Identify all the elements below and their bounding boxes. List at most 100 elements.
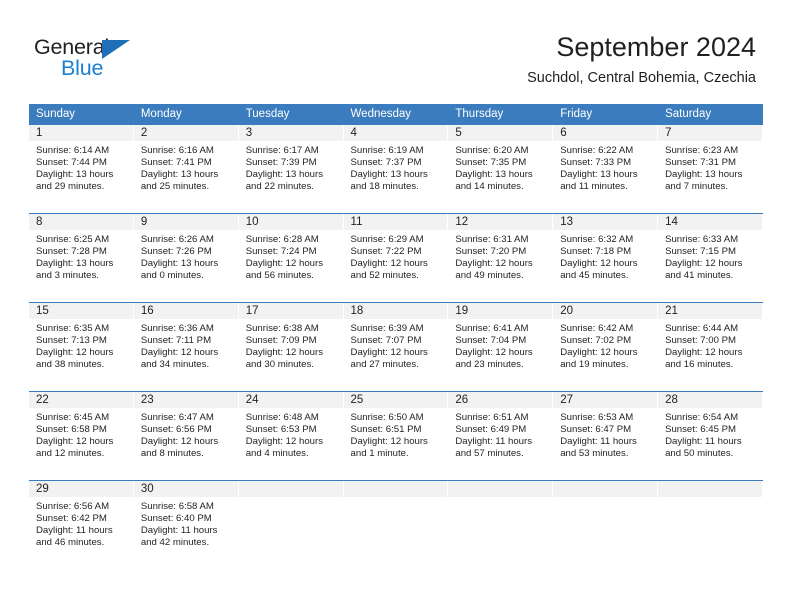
calendar-day-cell[interactable]: 5 Sunrise: 6:20 AM Sunset: 7:35 PM Daylight… xyxy=(448,125,554,214)
daylight-text-line2: and 27 minutes. xyxy=(350,358,419,370)
logo-text-general: General xyxy=(34,35,110,59)
sunrise-text: Sunrise: 6:54 AM xyxy=(665,412,739,423)
daylight-text-line2: and 50 minutes. xyxy=(665,447,734,459)
daylight-text-line2: and 7 minutes. xyxy=(665,180,728,192)
daylight-text-line2: and 25 minutes. xyxy=(140,180,210,192)
day-cell-content: 21 Sunrise: 6:44 AM Sunset: 7:00 PM Dayligh… xyxy=(658,303,763,391)
calendar-day-cell[interactable]: 26 Sunrise: 6:51 AM Sunset: 6:49 PM Dayligh… xyxy=(448,391,554,481)
calendar-day-cell[interactable]: 23 Sunrise: 6:47 AM Sunset: 6:56 PM Dayligh… xyxy=(133,391,239,481)
sunrise-text: Sunrise: 6:20 AM xyxy=(455,145,529,156)
calendar-day-cell[interactable]: 22 Sunrise: 6:45 AM Sunset: 6:58 PM Dayligh… xyxy=(29,391,134,481)
calendar-day-cell[interactable] xyxy=(343,480,449,569)
day-number: 21 xyxy=(658,303,763,319)
day-number: 23 xyxy=(133,392,239,408)
weekday-header-thursday: Thursday xyxy=(448,104,554,125)
day-events: Sunrise: 6:23 AM Sunset: 7:31 PM Daylight:… xyxy=(658,141,763,193)
calendar-day-cell[interactable]: 14 Sunrise: 6:33 AM Sunset: 7:15 PM Dayligh… xyxy=(658,213,763,303)
calendar-week-row: 1 Sunrise: 6:14 AM Sunset: 7:44 PM Daylight… xyxy=(29,125,763,214)
calendar-day-cell[interactable]: 24 Sunrise: 6:48 AM Sunset: 6:53 PM Dayligh… xyxy=(238,391,344,481)
calendar-day-cell[interactable]: 30 Sunrise: 6:58 AM Sunset: 6:40 PM Dayligh… xyxy=(133,480,239,569)
sunrise-text: Sunrise: 6:58 AM xyxy=(140,501,214,512)
calendar-day-cell[interactable]: 6 Sunrise: 6:22 AM Sunset: 7:33 PM Daylight… xyxy=(553,125,659,214)
calendar-day-cell[interactable] xyxy=(553,480,659,569)
day-cell-content: 23 Sunrise: 6:47 AM Sunset: 6:56 PM Dayligh… xyxy=(133,392,239,480)
day-cell-content: 30 Sunrise: 6:58 AM Sunset: 6:40 PM Dayligh… xyxy=(133,481,239,569)
calendar-day-cell[interactable]: 18 Sunrise: 6:39 AM Sunset: 7:07 PM Dayligh… xyxy=(343,302,449,392)
calendar-day-cell[interactable]: 13 Sunrise: 6:32 AM Sunset: 7:18 PM Dayligh… xyxy=(553,213,659,303)
calendar-day-cell[interactable]: 9 Sunrise: 6:26 AM Sunset: 7:26 PM Daylight… xyxy=(133,213,239,303)
calendar-day-cell[interactable]: 29 Sunrise: 6:56 AM Sunset: 6:42 PM Dayligh… xyxy=(29,480,134,569)
day-cell-content: 17 Sunrise: 6:38 AM Sunset: 7:09 PM Dayligh… xyxy=(238,303,344,391)
daylight-text-line2: and 1 minute. xyxy=(350,447,409,459)
day-events: Sunrise: 6:31 AM Sunset: 7:20 PM Daylight:… xyxy=(448,230,553,282)
calendar-day-cell[interactable]: 3 Sunrise: 6:17 AM Sunset: 7:39 PM Daylight… xyxy=(238,125,344,214)
calendar-day-cell[interactable]: 2 Sunrise: 6:16 AM Sunset: 7:41 PM Daylight… xyxy=(133,125,239,214)
calendar-day-cell[interactable]: 15 Sunrise: 6:35 AM Sunset: 7:13 PM Dayligh… xyxy=(29,302,134,392)
calendar-day-cell[interactable]: 8 Sunrise: 6:25 AM Sunset: 7:28 PM Daylight… xyxy=(29,213,134,303)
daylight-text-line2: and 41 minutes. xyxy=(665,269,734,281)
calendar-week-row: 29 Sunrise: 6:56 AM Sunset: 6:42 PM Dayligh… xyxy=(29,480,763,569)
calendar-day-cell[interactable]: 16 Sunrise: 6:36 AM Sunset: 7:11 PM Dayligh… xyxy=(133,302,239,392)
calendar-day-cell[interactable]: 7 Sunrise: 6:23 AM Sunset: 7:31 PM Daylight… xyxy=(658,125,763,214)
calendar-day-cell[interactable]: 10 Sunrise: 6:28 AM Sunset: 7:24 PM Dayligh… xyxy=(238,213,344,303)
sunset-text: Sunset: 6:56 PM xyxy=(140,423,212,435)
logo-text-blue: Blue xyxy=(61,56,104,80)
calendar-day-cell[interactable]: 11 Sunrise: 6:29 AM Sunset: 7:22 PM Dayligh… xyxy=(343,213,449,303)
weekday-header-saturday: Saturday xyxy=(658,104,763,125)
calendar-day-cell[interactable]: 12 Sunrise: 6:31 AM Sunset: 7:20 PM Dayligh… xyxy=(448,213,554,303)
sunset-text: Sunset: 7:37 PM xyxy=(350,156,422,168)
daylight-text-line1: Daylight: 12 hours xyxy=(455,346,533,358)
day-events: Sunrise: 6:39 AM Sunset: 7:07 PM Daylight:… xyxy=(344,319,449,371)
calendar-day-cell[interactable]: 25 Sunrise: 6:50 AM Sunset: 6:51 PM Dayligh… xyxy=(343,391,449,481)
day-cell-content: 22 Sunrise: 6:45 AM Sunset: 6:58 PM Dayligh… xyxy=(29,392,134,480)
daylight-text-line2: and 29 minutes. xyxy=(36,180,105,192)
day-number: 6 xyxy=(553,125,659,141)
sunset-text: Sunset: 7:41 PM xyxy=(140,156,212,168)
calendar-day-cell[interactable]: 28 Sunrise: 6:54 AM Sunset: 6:45 PM Dayligh… xyxy=(658,391,763,481)
day-events xyxy=(553,497,658,501)
calendar-day-cell[interactable]: 1 Sunrise: 6:14 AM Sunset: 7:44 PM Daylight… xyxy=(29,125,134,214)
sunset-text: Sunset: 7:31 PM xyxy=(665,156,736,168)
sunrise-text: Sunrise: 6:38 AM xyxy=(245,323,319,334)
sunset-text: Sunset: 7:02 PM xyxy=(560,334,632,346)
calendar-day-cell[interactable]: 27 Sunrise: 6:53 AM Sunset: 6:47 PM Dayligh… xyxy=(553,391,659,481)
day-events xyxy=(239,497,344,501)
daylight-text-line2: and 0 minutes. xyxy=(140,269,204,281)
daylight-text-line1: Daylight: 12 hours xyxy=(560,257,638,269)
daylight-text-line1: Daylight: 13 hours xyxy=(140,168,219,180)
generalblue-logo[interactable]: General Blue xyxy=(34,36,214,84)
calendar-day-cell[interactable]: 17 Sunrise: 6:38 AM Sunset: 7:09 PM Dayligh… xyxy=(238,302,344,392)
day-number: 2 xyxy=(133,125,239,141)
sunrise-text: Sunrise: 6:26 AM xyxy=(140,234,214,245)
calendar-day-cell[interactable] xyxy=(238,480,344,569)
sunset-text: Sunset: 6:58 PM xyxy=(36,423,107,435)
calendar-day-cell[interactable] xyxy=(448,480,554,569)
calendar-day-cell[interactable]: 4 Sunrise: 6:19 AM Sunset: 7:37 PM Daylight… xyxy=(343,125,449,214)
sunrise-text: Sunrise: 6:39 AM xyxy=(350,323,424,334)
sunset-text: Sunset: 7:18 PM xyxy=(560,245,632,257)
calendar-day-cell[interactable]: 21 Sunrise: 6:44 AM Sunset: 7:00 PM Dayligh… xyxy=(658,302,763,392)
day-cell-content: 15 Sunrise: 6:35 AM Sunset: 7:13 PM Dayligh… xyxy=(29,303,134,391)
day-cell-content: 26 Sunrise: 6:51 AM Sunset: 6:49 PM Dayligh… xyxy=(448,392,554,480)
sunrise-text: Sunrise: 6:50 AM xyxy=(350,412,424,423)
day-number: 8 xyxy=(29,214,134,230)
calendar-day-cell[interactable] xyxy=(658,480,763,569)
day-cell-content: 28 Sunrise: 6:54 AM Sunset: 6:45 PM Dayligh… xyxy=(658,392,763,480)
day-number: 27 xyxy=(553,392,659,408)
daylight-text-line2: and 8 minutes. xyxy=(140,447,204,459)
sunset-text: Sunset: 7:28 PM xyxy=(36,245,107,257)
daylight-text-line1: Daylight: 12 hours xyxy=(665,346,743,358)
daylight-text-line2: and 34 minutes. xyxy=(140,358,210,370)
daylight-text-line2: and 49 minutes. xyxy=(455,269,524,281)
calendar-day-cell[interactable]: 19 Sunrise: 6:41 AM Sunset: 7:04 PM Dayligh… xyxy=(448,302,554,392)
day-cell-content xyxy=(238,481,344,569)
day-number: 1 xyxy=(29,125,134,141)
sunrise-text: Sunrise: 6:32 AM xyxy=(560,234,634,245)
sunrise-text: Sunrise: 6:44 AM xyxy=(665,323,739,334)
sunset-text: Sunset: 6:40 PM xyxy=(140,512,212,524)
calendar-day-cell[interactable]: 20 Sunrise: 6:42 AM Sunset: 7:02 PM Dayligh… xyxy=(553,302,659,392)
sunrise-text: Sunrise: 6:41 AM xyxy=(455,323,529,334)
day-cell-content: 6 Sunrise: 6:22 AM Sunset: 7:33 PM Daylight… xyxy=(553,125,659,213)
day-events: Sunrise: 6:48 AM Sunset: 6:53 PM Daylight:… xyxy=(239,408,344,460)
day-cell-content: 14 Sunrise: 6:33 AM Sunset: 7:15 PM Dayligh… xyxy=(658,214,763,302)
